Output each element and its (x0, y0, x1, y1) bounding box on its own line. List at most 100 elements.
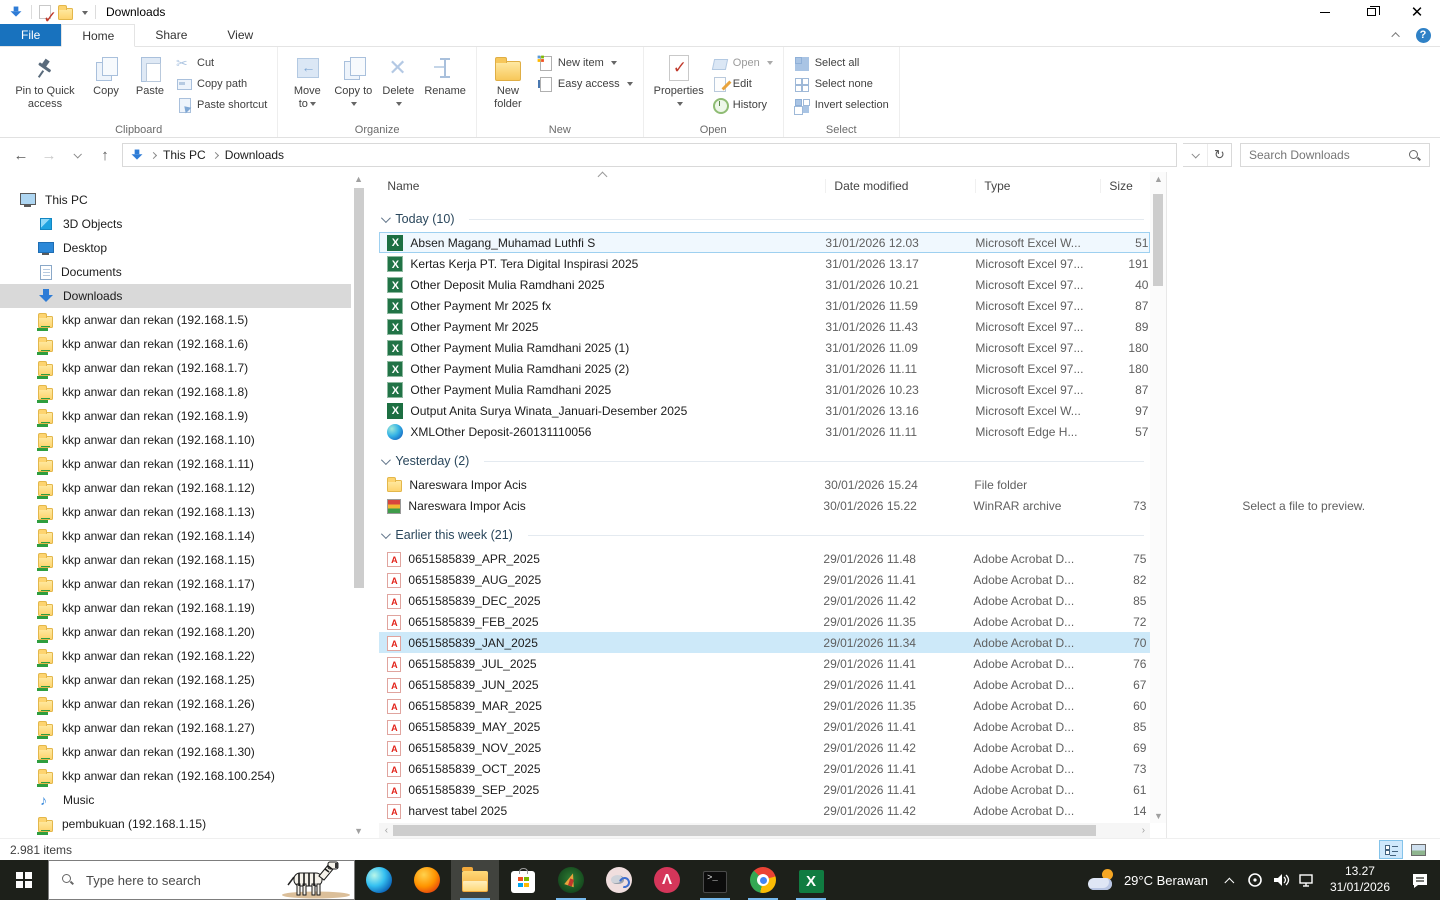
maximize-button[interactable] (1348, 0, 1394, 24)
move-to-button[interactable]: Move to (284, 50, 330, 112)
new-folder-button[interactable]: New folder (483, 50, 533, 112)
paste-shortcut-button[interactable]: Paste shortcut (172, 94, 271, 115)
file-row-0651585839-jan-2025[interactable]: 0651585839_JAN_2025 29/01/2026 11.34 Ado… (379, 632, 1150, 653)
thumbnails-view-button[interactable] (1406, 840, 1430, 859)
address-dropdown-button[interactable] (1183, 144, 1207, 166)
taskbar-app-cmd[interactable] (691, 860, 739, 900)
scroll-down-icon[interactable]: ▼ (353, 826, 365, 836)
file-row-0651585839-sep-2025[interactable]: 0651585839_SEP_2025 29/01/2026 11.41 Ado… (379, 779, 1150, 800)
recent-locations-button[interactable] (66, 144, 88, 166)
sidebar-item-kkp-anwar-dan-rekan-192-168-1-27[interactable]: kkp anwar dan rekan (192.168.1.27) (0, 716, 351, 740)
easy-access-button[interactable]: Easy access (533, 73, 637, 94)
horizontal-scrollbar-thumb[interactable] (393, 825, 1096, 836)
sidebar-item-music[interactable]: Music (0, 788, 351, 812)
file-list-scrollbar[interactable]: ▲ ▼ (1150, 172, 1166, 823)
taskbar-app-edge[interactable] (355, 860, 403, 900)
sidebar-item-kkp-anwar-dan-rekan-192-168-1-26[interactable]: kkp anwar dan rekan (192.168.1.26) (0, 692, 351, 716)
refresh-button[interactable]: ↻ (1207, 144, 1231, 166)
network-icon[interactable] (1294, 872, 1320, 888)
cut-button[interactable]: Cut (172, 52, 271, 73)
file-row-0651585839-jul-2025[interactable]: 0651585839_JUL_2025 29/01/2026 11.41 Ado… (379, 653, 1150, 674)
file-row-0651585839-may-2025[interactable]: 0651585839_MAY_2025 29/01/2026 11.41 Ado… (379, 716, 1150, 737)
search-box[interactable]: Search Downloads (1240, 143, 1430, 167)
taskbar-app-mouse-app[interactable] (595, 860, 643, 900)
action-center-button[interactable] (1400, 872, 1440, 889)
file-row-nareswara-impor-acis[interactable]: Nareswara Impor Acis 30/01/2026 15.24 Fi… (379, 474, 1150, 495)
taskbar-app-green-app[interactable] (547, 860, 595, 900)
taskbar-app-accurate[interactable] (643, 860, 691, 900)
sidebar-item-kkp-anwar-dan-rekan-192-168-1-14[interactable]: kkp anwar dan rekan (192.168.1.14) (0, 524, 351, 548)
file-row-0651585839-nov-2025[interactable]: 0651585839_NOV_2025 29/01/2026 11.42 Ado… (379, 737, 1150, 758)
breadcrumb-this-pc[interactable]: This PC (162, 148, 207, 162)
sidebar-item-kkp-anwar-dan-rekan-192-168-1-30[interactable]: kkp anwar dan rekan (192.168.1.30) (0, 740, 351, 764)
paste-button[interactable]: Paste (128, 50, 172, 99)
search-icon[interactable] (1408, 149, 1421, 162)
column-header-name[interactable]: Name (387, 179, 825, 193)
properties-button[interactable]: Properties (650, 50, 708, 112)
group-header[interactable]: Yesterday (2) (379, 448, 1150, 474)
sidebar-scrollbar[interactable]: ▲ ▼ (351, 172, 368, 838)
taskbar-app-excel-app[interactable] (787, 860, 835, 900)
sidebar-item-kkp-anwar-dan-rekan-192-168-1-10[interactable]: kkp anwar dan rekan (192.168.1.10) (0, 428, 351, 452)
sidebar-item-kkp-anwar-dan-rekan-192-168-1-11[interactable]: kkp anwar dan rekan (192.168.1.11) (0, 452, 351, 476)
file-row-0651585839-oct-2025[interactable]: 0651585839_OCT_2025 29/01/2026 11.41 Ado… (379, 758, 1150, 779)
file-row-other-deposit-mulia-ramdhani-2025[interactable]: Other Deposit Mulia Ramdhani 2025 31/01/… (379, 274, 1150, 295)
column-header-type[interactable]: Type (975, 179, 1100, 193)
collapse-ribbon-button[interactable] (1384, 24, 1410, 46)
sidebar-item-3d-objects[interactable]: 3D Objects (0, 212, 351, 236)
copy-path-button[interactable]: Copy path (172, 73, 271, 94)
select-none-button[interactable]: Select none (790, 73, 893, 94)
taskbar-search[interactable]: Type here to search (48, 860, 355, 900)
sidebar-item-kkp-anwar-dan-rekan-192-168-1-7[interactable]: kkp anwar dan rekan (192.168.1.7) (0, 356, 351, 380)
show-hidden-icons-button[interactable] (1222, 877, 1242, 884)
scroll-right-icon[interactable]: › (1136, 825, 1150, 836)
column-header-size[interactable]: Size (1100, 179, 1150, 193)
invert-selection-button[interactable]: Invert selection (790, 94, 893, 115)
scroll-down-icon[interactable]: ▼ (1152, 811, 1164, 821)
taskbar-app-store[interactable] (499, 860, 547, 900)
new-item-button[interactable]: New item (533, 52, 637, 73)
file-scrollbar-thumb[interactable] (1153, 194, 1163, 286)
file-row-other-payment-mulia-ramdhani-2025-2[interactable]: Other Payment Mulia Ramdhani 2025 (2) 31… (379, 358, 1150, 379)
copy-button[interactable]: Copy (84, 50, 128, 99)
file-row-other-payment-mr-2025-fx[interactable]: Other Payment Mr 2025 fx 31/01/2026 11.5… (379, 295, 1150, 316)
delete-button[interactable]: Delete (376, 50, 420, 112)
history-button[interactable]: History (708, 94, 777, 115)
sidebar-item-kkp-anwar-dan-rekan-192-168-1-5[interactable]: kkp anwar dan rekan (192.168.1.5) (0, 308, 351, 332)
horizontal-scrollbar[interactable]: ‹ › (379, 823, 1150, 838)
weather-text[interactable]: 29°C Berawan (1124, 873, 1208, 888)
sidebar-item-downloads[interactable]: Downloads (0, 284, 351, 308)
sidebar-item-kkp-anwar-dan-rekan-192-168-1-12[interactable]: kkp anwar dan rekan (192.168.1.12) (0, 476, 351, 500)
forward-button[interactable]: → (38, 144, 60, 166)
sidebar-item-kkp-anwar-dan-rekan-192-168-1-6[interactable]: kkp anwar dan rekan (192.168.1.6) (0, 332, 351, 356)
sidebar-item-kkp-anwar-dan-rekan-192-168-1-19[interactable]: kkp anwar dan rekan (192.168.1.19) (0, 596, 351, 620)
file-row-absen-magang-muhamad-luthfi-s[interactable]: Absen Magang_Muhamad Luthfi S 31/01/2026… (379, 232, 1150, 253)
file-row-other-payment-mulia-ramdhani-2025-1[interactable]: Other Payment Mulia Ramdhani 2025 (1) 31… (379, 337, 1150, 358)
new-folder-qat-icon[interactable] (58, 8, 73, 20)
file-row-harvest-tabel-2025[interactable]: harvest tabel 2025 29/01/2026 11.42 Adob… (379, 800, 1150, 821)
file-row-other-payment-mulia-ramdhani-2025[interactable]: Other Payment Mulia Ramdhani 2025 31/01/… (379, 379, 1150, 400)
edit-button[interactable]: Edit (708, 73, 777, 94)
file-row-0651585839-feb-2025[interactable]: 0651585839_FEB_2025 29/01/2026 11.35 Ado… (379, 611, 1150, 632)
scroll-up-icon[interactable]: ▲ (1152, 174, 1164, 184)
select-all-button[interactable]: Select all (790, 52, 893, 73)
tab-view[interactable]: View (207, 24, 273, 46)
properties-qat-icon[interactable] (39, 5, 51, 19)
sidebar-item-kkp-anwar-dan-rekan-192-168-1-15[interactable]: kkp anwar dan rekan (192.168.1.15) (0, 548, 351, 572)
scroll-left-icon[interactable]: ‹ (379, 825, 393, 836)
close-button[interactable]: ✕ (1394, 0, 1440, 24)
copy-to-button[interactable]: Copy to (330, 50, 376, 112)
sidebar-item-kkp-anwar-dan-rekan-192-168-1-13[interactable]: kkp anwar dan rekan (192.168.1.13) (0, 500, 351, 524)
details-view-button[interactable] (1379, 840, 1403, 859)
tab-share[interactable]: Share (135, 24, 207, 46)
breadcrumb-downloads[interactable]: Downloads (224, 148, 285, 162)
tray-app-icon[interactable] (1242, 872, 1268, 888)
up-button[interactable]: ↑ (94, 144, 116, 166)
minimize-button[interactable] (1302, 0, 1348, 24)
back-button[interactable]: ← (10, 144, 32, 166)
taskbar-app-chrome[interactable] (739, 860, 787, 900)
tab-home[interactable]: Home (61, 24, 135, 47)
scroll-up-icon[interactable]: ▲ (353, 174, 365, 184)
weather-icon[interactable] (1088, 869, 1116, 891)
file-row-xmlother-deposit-260131110056[interactable]: XMLOther Deposit-260131110056 31/01/2026… (379, 421, 1150, 442)
